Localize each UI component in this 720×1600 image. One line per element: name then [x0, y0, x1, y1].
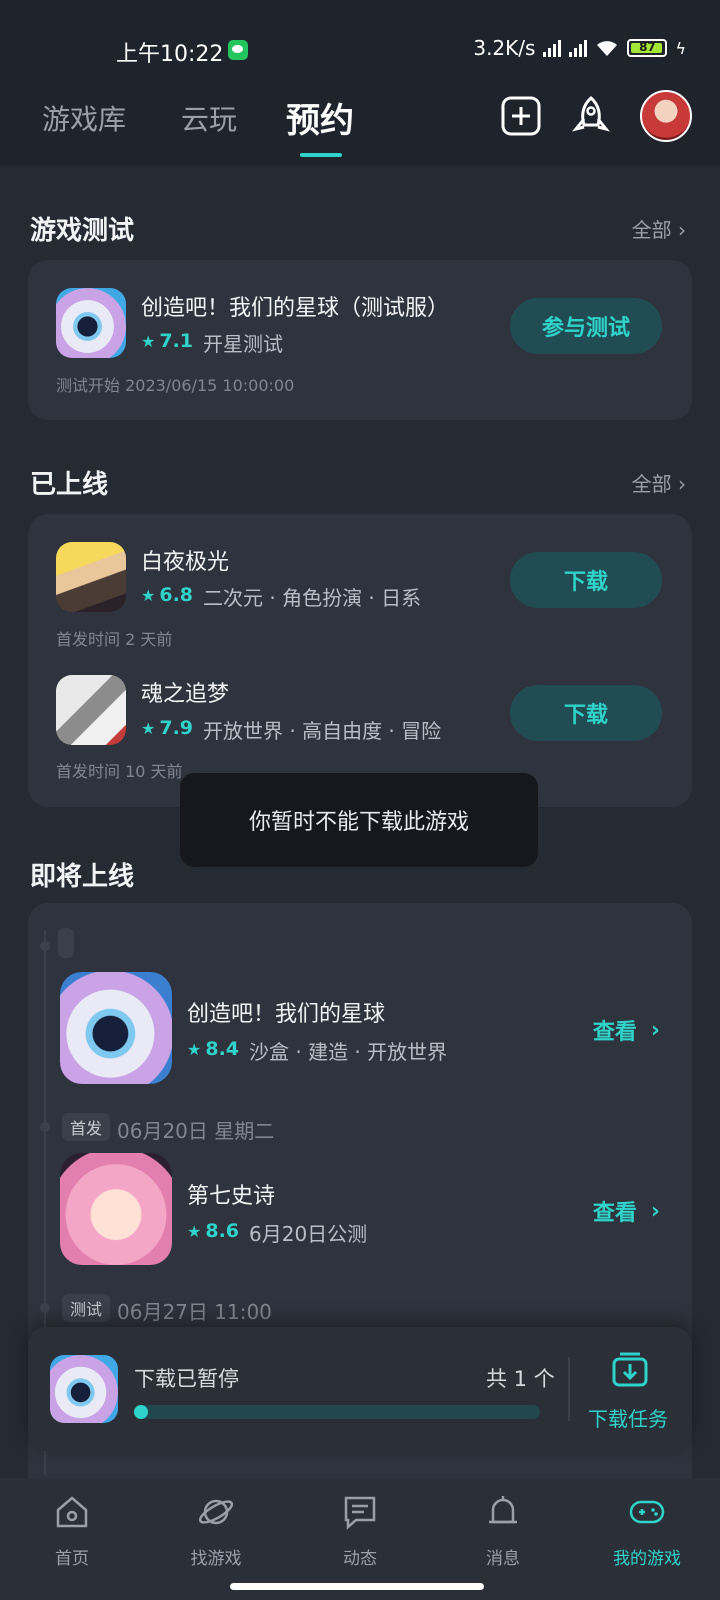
battery-level: 87 [639, 40, 656, 54]
chat-icon [344, 1496, 376, 1530]
section-more-testing[interactable]: 全部 › [632, 214, 686, 243]
status-right: 3.2K/s 87 ϟ [473, 36, 686, 60]
timeline-badge-placeholder [58, 928, 74, 958]
home-indicator[interactable] [230, 1583, 484, 1590]
download-progress-track [134, 1405, 540, 1419]
signal-icon [543, 39, 562, 57]
release-date: 06月20日 星期二 [117, 1119, 275, 1143]
download-progress-fill [134, 1405, 148, 1419]
view-button[interactable]: 查看 › [593, 1014, 660, 1046]
battery-icon: 87 [627, 39, 668, 57]
section-title-testing: 游戏测试 [30, 216, 135, 246]
user-avatar[interactable] [640, 90, 692, 142]
planet-icon [198, 1499, 234, 1525]
app-name[interactable]: 白夜极光 [141, 544, 229, 576]
download-count: 共 1 个 [486, 1367, 555, 1391]
timeline-dot [40, 941, 50, 951]
top-nav: 游戏库 云玩 预约 [0, 80, 720, 166]
app-tags: 开放世界 · 高自由度 · 冒险 [203, 719, 442, 743]
rating: ★ 8.6 [187, 1220, 240, 1242]
download-status: 下载已暂停 [134, 1367, 239, 1391]
nav-feed[interactable]: 动态 [310, 1492, 410, 1569]
wechat-icon [228, 40, 248, 60]
tab-reservations[interactable]: 预约 [286, 93, 354, 142]
download-bar[interactable]: 下载已暂停 共 1 个 下载任务 [28, 1327, 692, 1451]
testing-card: 创造吧！我们的星球（测试服） ★ 7.1 开星测试 测试开始 2023/06/1… [28, 260, 692, 420]
tab-cloud-play[interactable]: 云玩 [181, 98, 237, 138]
download-task-label[interactable]: 下载任务 [588, 1403, 668, 1432]
nav-messages[interactable]: 消息 [453, 1492, 553, 1569]
section-title-upcoming: 即将上线 [30, 862, 135, 892]
charging-icon: ϟ [675, 38, 686, 58]
rating: ★ 7.9 [141, 717, 194, 739]
nav-my-games[interactable]: 我的游戏 [597, 1492, 697, 1569]
nav-find-games[interactable]: 找游戏 [166, 1492, 266, 1569]
status-time: 上午10:22 [116, 42, 224, 67]
star-icon: ★ [141, 331, 156, 351]
chevron-right-icon: › [650, 1198, 660, 1224]
star-icon: ★ [141, 585, 156, 605]
app-tags: 6月20日公测 [249, 1222, 368, 1246]
app-name[interactable]: 创造吧！我们的星球 [187, 996, 385, 1028]
signal-icon-2 [569, 39, 588, 57]
download-task-icon[interactable] [610, 1349, 650, 1389]
release-time: 首发时间 10 天前 [56, 762, 183, 781]
chevron-right-icon: › [650, 1017, 660, 1043]
rating: ★ 6.8 [141, 584, 194, 606]
star-icon: ★ [187, 1039, 202, 1059]
app-tags: 沙盒 · 建造 · 开放世界 [249, 1040, 448, 1064]
divider [568, 1357, 570, 1421]
screen: 上午10:22 3.2K/s 87 ϟ 游戏库 云玩 预约 游戏测试 全部 › … [0, 0, 720, 1600]
release-badge: 测试 [62, 1294, 111, 1322]
download-button[interactable]: 下载 [510, 685, 662, 741]
app-icon-baiye[interactable] [56, 542, 126, 612]
download-button[interactable]: 下载 [510, 552, 662, 608]
view-button[interactable]: 查看 › [593, 1195, 660, 1227]
app-icon-xingqiu-test[interactable] [56, 288, 126, 358]
section-title-online: 已上线 [30, 470, 109, 500]
home-icon [56, 1496, 88, 1528]
app-name[interactable]: 魂之追梦 [141, 676, 229, 708]
gamepad-icon [629, 1500, 665, 1524]
download-app-icon [50, 1355, 118, 1423]
app-icon-qishi[interactable] [60, 1153, 172, 1265]
tab-game-library[interactable]: 游戏库 [42, 98, 126, 138]
bell-icon [489, 1496, 517, 1524]
wifi-icon [597, 41, 618, 56]
app-name[interactable]: 第七史诗 [187, 1178, 275, 1210]
plus-square-icon[interactable] [500, 95, 542, 137]
release-date: 06月27日 11:00 [117, 1300, 272, 1324]
test-start-time: 测试开始 2023/06/15 10:00:00 [56, 376, 295, 395]
app-tags: 二次元 · 角色扮演 · 日系 [203, 586, 422, 610]
timeline-dot [40, 1122, 50, 1132]
toast-message: 你暂时不能下载此游戏 [180, 773, 538, 867]
rating: ★ 7.1 [141, 330, 194, 352]
active-tab-indicator [300, 153, 342, 157]
timeline-dot [40, 1303, 50, 1313]
rocket-icon[interactable] [570, 95, 612, 137]
star-icon: ★ [141, 718, 156, 738]
section-more-online[interactable]: 全部 › [632, 468, 686, 497]
app-name[interactable]: 创造吧！我们的星球（测试服） [141, 290, 449, 322]
nav-home[interactable]: 首页 [22, 1492, 122, 1569]
release-badge: 首发 [62, 1113, 111, 1141]
app-icon-hunzhi[interactable] [56, 675, 126, 745]
join-test-button[interactable]: 参与测试 [510, 298, 662, 354]
bottom-nav: 首页 找游戏 动态 消息 我的游戏 [0, 1478, 720, 1600]
network-speed: 3.2K/s [473, 36, 536, 60]
app-icon-xingqiu[interactable] [60, 972, 172, 1084]
online-card: 白夜极光 ★ 6.8 二次元 · 角色扮演 · 日系 首发时间 2 天前 下载 … [28, 514, 692, 807]
rating: ★ 8.4 [187, 1038, 240, 1060]
status-bar: 上午10:22 3.2K/s 87 ϟ [0, 0, 720, 80]
app-tags: 开星测试 [203, 332, 283, 356]
release-time: 首发时间 2 天前 [56, 630, 173, 649]
star-icon: ★ [187, 1221, 202, 1241]
